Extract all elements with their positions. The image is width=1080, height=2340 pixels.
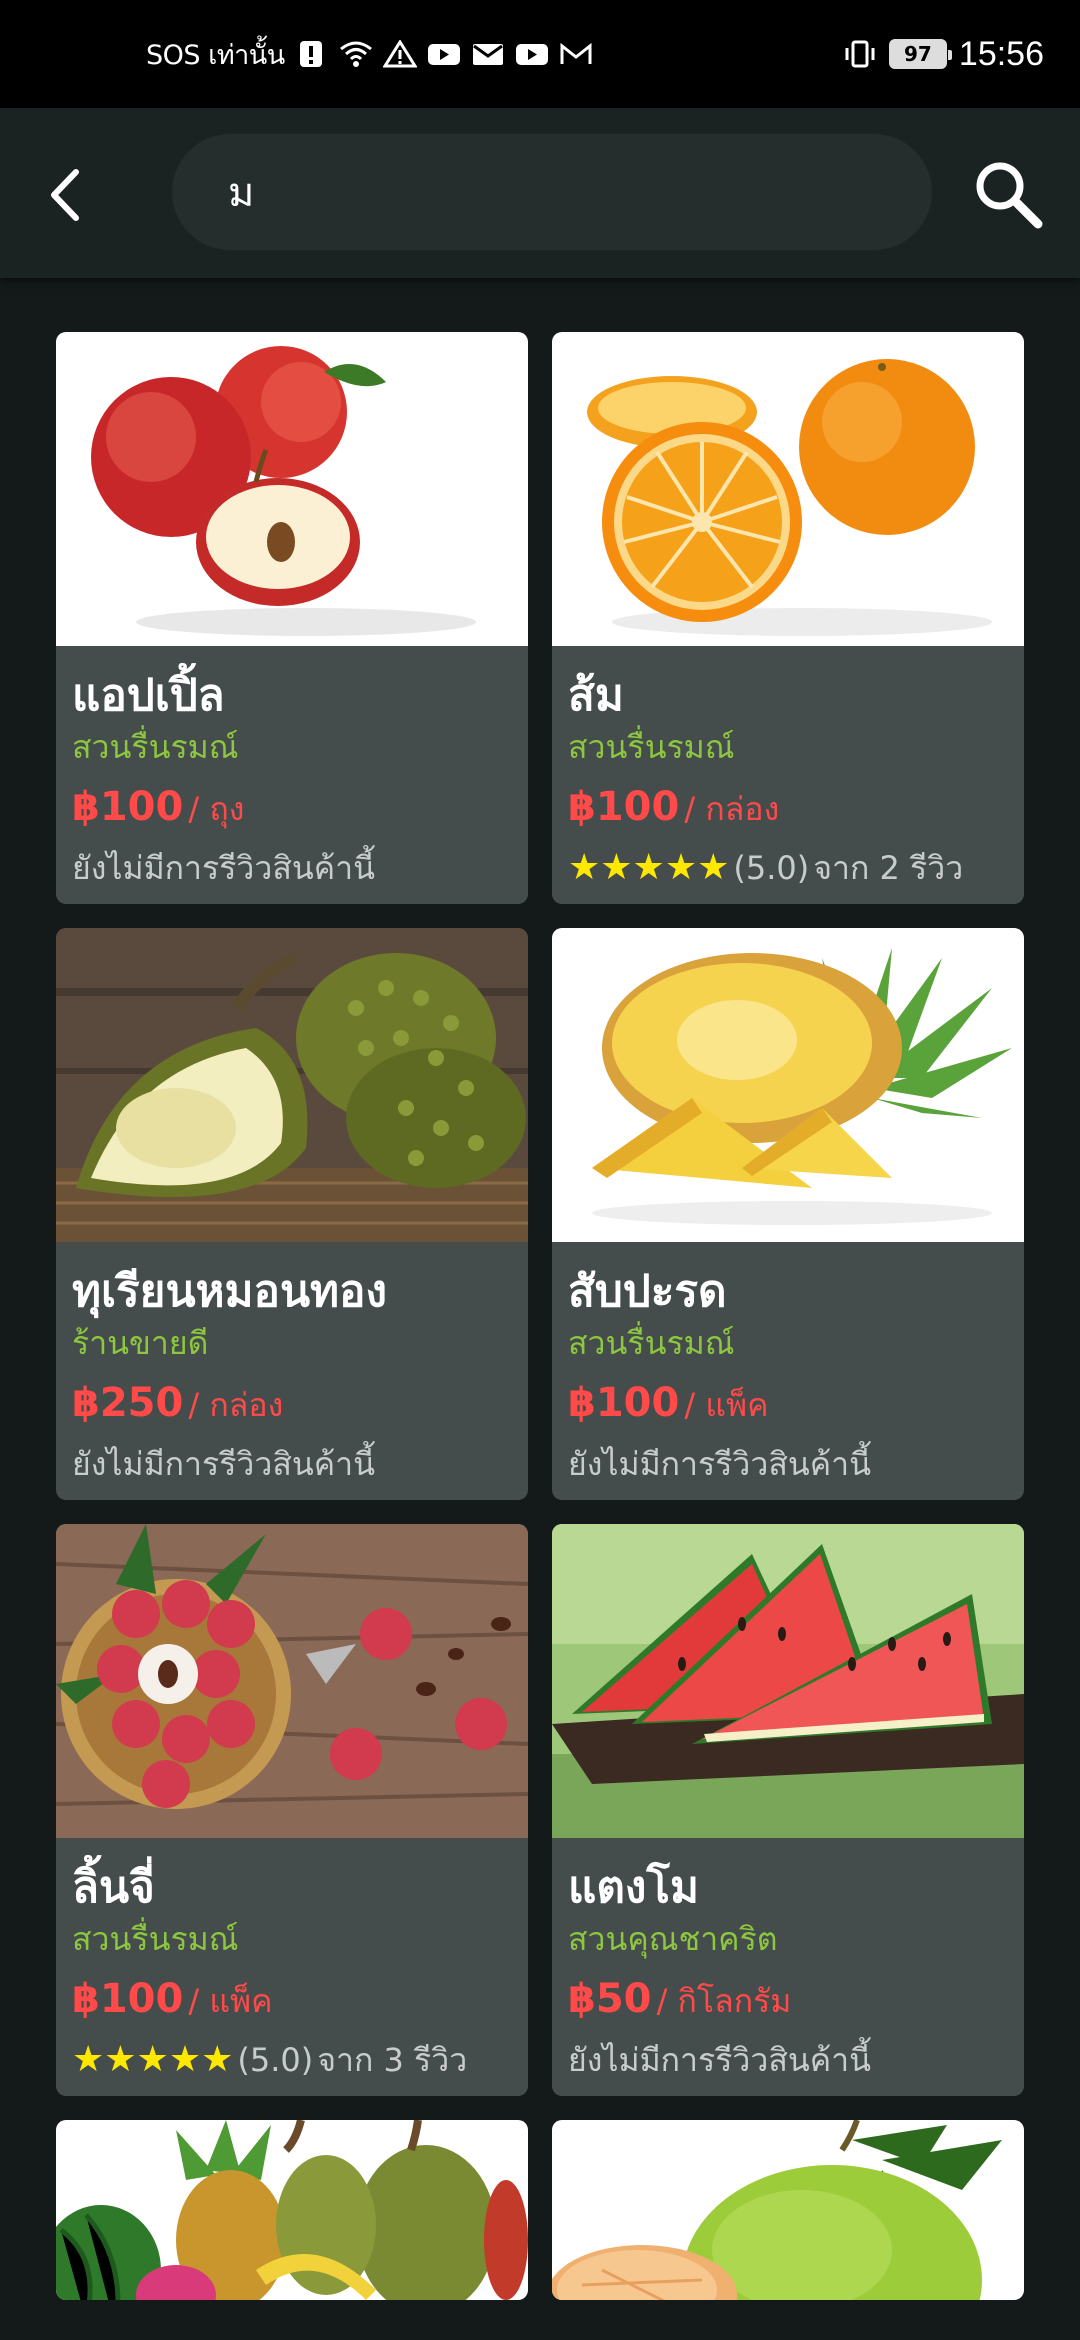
search-input[interactable] <box>228 169 868 215</box>
product-name: สับปะรด <box>568 1266 727 1317</box>
alert-sim-icon <box>299 41 322 67</box>
shop-name[interactable]: สวนรื่นรมณ์ <box>568 1320 1008 1366</box>
price-row: ฿100 / แพ็ค <box>568 1378 1008 1436</box>
product-price: ฿50 <box>568 1976 652 2022</box>
product-info: ลิ้นจี่ สวนรื่นรมณ์ ฿100 / แพ็ค ★★★★★ (5… <box>56 1838 528 2086</box>
rating-stars: ★★★★★ <box>568 847 730 888</box>
product-card[interactable]: แตงโม สวนคุณชาคริต ฿50 / กิโลกรัม ยังไม่… <box>552 1524 1024 2096</box>
price-row: ฿50 / กิโลกรัม <box>568 1974 1008 2032</box>
rating-value: (5.0) <box>733 849 810 887</box>
warning-icon <box>382 40 417 68</box>
no-review-text: ยังไม่มีการรีวิวสินค้านี้ <box>72 1445 375 1483</box>
no-review-text: ยังไม่มีการรีวิวสินค้านี้ <box>568 1445 871 1483</box>
product-card[interactable]: ทุเรียนหมอนทอง ร้านขายดี ฿250 / กล่อง ยั… <box>56 928 528 1500</box>
review-count: จาก 3 รีวิว <box>317 2041 468 2079</box>
shop-name[interactable]: สวนรื่นรมณ์ <box>72 1916 512 1962</box>
product-name: ลิ้นจี่ <box>72 1862 155 1913</box>
product-unit: / กล่อง <box>684 790 780 828</box>
product-name: ทุเรียนหมอนทอง <box>72 1266 387 1317</box>
status-left: SOS เท่านั้น <box>146 33 593 76</box>
review-info: ★★★★★ (5.0) จาก 3 รีวิว <box>72 2034 512 2086</box>
rating-stars: ★★★★★ <box>72 2039 234 2080</box>
rating-value: (5.0) <box>237 2041 314 2079</box>
product-image-durian <box>56 928 528 1242</box>
price-row: ฿100 / แพ็ค <box>72 1974 512 2032</box>
product-card[interactable] <box>552 2120 1024 2300</box>
product-info: ส้ม สวนรื่นรมณ์ ฿100 / กล่อง ★★★★★ (5.0)… <box>552 646 1024 894</box>
product-price: ฿100 <box>568 784 680 830</box>
wifi-icon <box>339 41 372 67</box>
product-card[interactable]: ส้ม สวนรื่นรมณ์ ฿100 / กล่อง ★★★★★ (5.0)… <box>552 332 1024 904</box>
product-name: ส้ม <box>568 670 624 721</box>
product-info: แตงโม สวนคุณชาคริต ฿50 / กิโลกรัม ยังไม่… <box>552 1838 1024 2086</box>
product-card[interactable]: สับปะรด สวนรื่นรมณ์ ฿100 / แพ็ค ยังไม่มี… <box>552 928 1024 1500</box>
product-unit: / แพ็ค <box>188 1982 273 2020</box>
price-row: ฿100 / กล่อง <box>568 782 1008 840</box>
youtube-icon-2 <box>515 44 548 65</box>
sos-text: SOS เท่านั้น <box>146 39 285 71</box>
product-image-pomelo <box>552 2120 1024 2300</box>
product-image-pineapple <box>552 928 1024 1242</box>
review-info: ยังไม่มีการรีวิวสินค้านี้ <box>72 1438 512 1490</box>
review-info: ยังไม่มีการรีวิวสินค้านี้ <box>568 1438 1008 1490</box>
battery-indicator: 97 <box>888 39 952 69</box>
review-count: จาก 2 รีวิว <box>813 849 964 887</box>
mail-icon <box>472 44 503 65</box>
no-review-text: ยังไม่มีการรีวิวสินค้านี้ <box>72 849 375 887</box>
product-grid: แอปเปิ้ล สวนรื่นรมณ์ ฿100 / ถุง ยังไม่มี… <box>56 332 1024 2300</box>
review-info: ★★★★★ (5.0) จาก 2 รีวิว <box>568 842 1008 894</box>
review-info: ยังไม่มีการรีวิวสินค้านี้ <box>72 842 512 894</box>
product-image-lychee <box>56 1524 528 1838</box>
shop-name[interactable]: ร้านขายดี <box>72 1320 512 1366</box>
product-info: สับปะรด สวนรื่นรมณ์ ฿100 / แพ็ค ยังไม่มี… <box>552 1242 1024 1490</box>
shop-name[interactable]: สวนคุณชาคริต <box>568 1916 1008 1962</box>
product-card[interactable]: แอปเปิ้ล สวนรื่นรมณ์ ฿100 / ถุง ยังไม่มี… <box>56 332 528 904</box>
price-row: ฿100 / ถุง <box>72 782 512 840</box>
product-card[interactable]: ลิ้นจี่ สวนรื่นรมณ์ ฿100 / แพ็ค ★★★★★ (5… <box>56 1524 528 2096</box>
search-header <box>0 108 1080 278</box>
price-row: ฿250 / กล่อง <box>72 1378 512 1436</box>
search-bar[interactable] <box>172 134 932 250</box>
product-card[interactable] <box>56 2120 528 2300</box>
chevron-left-icon[interactable] <box>40 160 96 230</box>
product-unit: / ถุง <box>188 790 245 828</box>
product-price: ฿100 <box>568 1380 680 1426</box>
product-image-mixed-fruits <box>56 2120 528 2300</box>
product-image-apple <box>56 332 528 646</box>
status-right: 97 15:56 <box>843 35 1044 74</box>
product-price: ฿100 <box>72 784 184 830</box>
product-info: ทุเรียนหมอนทอง ร้านขายดี ฿250 / กล่อง ยั… <box>56 1242 528 1490</box>
product-unit: / กล่อง <box>188 1386 284 1424</box>
product-name: แอปเปิ้ล <box>72 670 225 721</box>
gmail-icon <box>560 42 592 64</box>
product-price: ฿250 <box>72 1380 184 1426</box>
shop-name[interactable]: สวนรื่นรมณ์ <box>568 724 1008 770</box>
product-image-orange <box>552 332 1024 646</box>
search-icon[interactable] <box>972 158 1044 230</box>
product-unit: / กิโลกรัม <box>656 1982 792 2020</box>
shop-name[interactable]: สวนรื่นรมณ์ <box>72 724 512 770</box>
product-name: แตงโม <box>568 1862 700 1913</box>
vibrate-icon <box>845 40 875 68</box>
no-review-text: ยังไม่มีการรีวิวสินค้านี้ <box>568 2041 871 2079</box>
review-info: ยังไม่มีการรีวิวสินค้านี้ <box>568 2034 1008 2086</box>
product-unit: / แพ็ค <box>684 1386 769 1424</box>
product-image-watermelon <box>552 1524 1024 1838</box>
product-info: แอปเปิ้ล สวนรื่นรมณ์ ฿100 / ถุง ยังไม่มี… <box>56 646 528 894</box>
status-bar: SOS เท่านั้น 97 15:56 <box>0 0 1080 108</box>
youtube-icon <box>427 44 460 65</box>
clock: 15:56 <box>958 34 1044 73</box>
product-price: ฿100 <box>72 1976 184 2022</box>
